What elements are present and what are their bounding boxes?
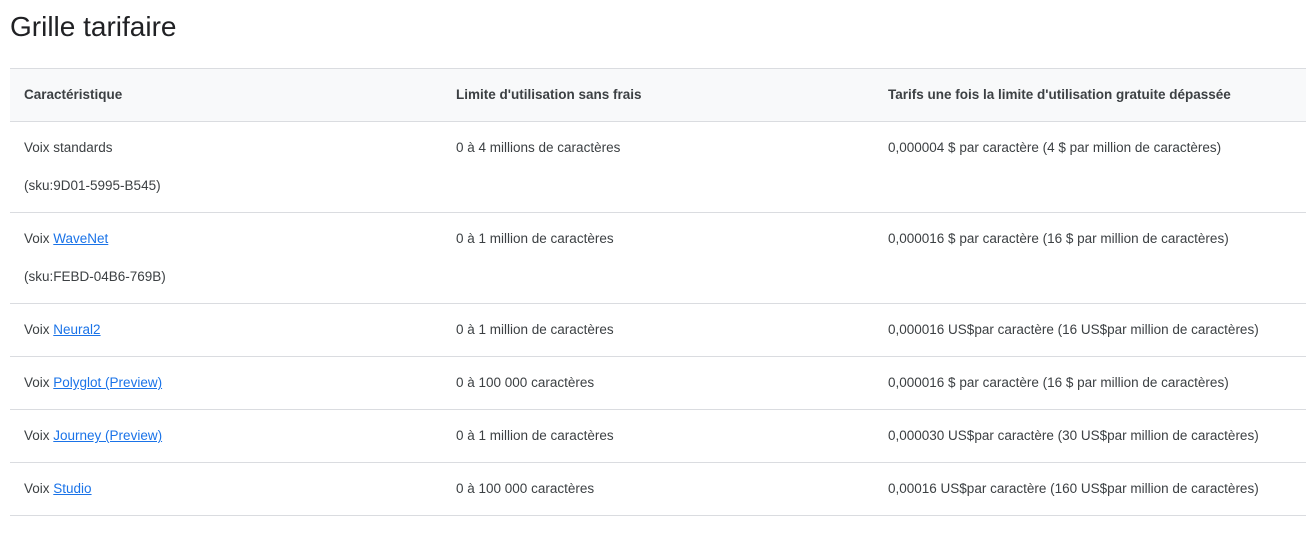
journey-link[interactable]: Journey (Preview)	[53, 428, 162, 443]
price-cell: 0,000016 $ par caractère (16 $ par milli…	[888, 231, 1229, 246]
feature-cell: Voix WaveNet (sku:FEBD-04B6-769B)	[10, 213, 442, 304]
feature-name: Voix Journey (Preview)	[24, 424, 428, 448]
price-cell: 0,00016 US$par caractère (160 US$par mil…	[888, 481, 1259, 496]
neural2-link[interactable]: Neural2	[53, 322, 100, 337]
column-header-price: Tarifs une fois la limite d'utilisation …	[888, 87, 1231, 102]
feature-sku: (sku:9D01-5995-B545)	[24, 178, 161, 193]
feature-cell: Voix Polyglot (Preview)	[10, 357, 442, 410]
column-header-feature: Caractéristique	[24, 87, 123, 102]
feature-prefix: Voix	[24, 428, 54, 443]
table-row: Voix WaveNet (sku:FEBD-04B6-769B) 0 à 1 …	[10, 213, 1306, 304]
feature-name: Voix Polyglot (Preview)	[24, 371, 428, 395]
table-header-row: Caractéristique Limite d'utilisation san…	[10, 68, 1306, 122]
feature-prefix: Voix	[24, 322, 54, 337]
table-header: Caractéristique Limite d'utilisation san…	[10, 68, 1306, 122]
polyglot-link[interactable]: Polyglot (Preview)	[53, 375, 162, 390]
feature-cell: Voix Studio	[10, 463, 442, 516]
feature-name: Voix standards	[24, 136, 428, 160]
table-row: Voix Studio 0 à 100 000 caractères 0,000…	[10, 463, 1306, 516]
table-row: Voix Neural2 0 à 1 million de caractères…	[10, 304, 1306, 357]
price-cell: 0,000016 US$par caractère (16 US$par mil…	[888, 322, 1259, 337]
table-row: Voix Polyglot (Preview) 0 à 100 000 cara…	[10, 357, 1306, 410]
feature-prefix: Voix	[24, 375, 54, 390]
feature-sku: (sku:FEBD-04B6-769B)	[24, 269, 166, 284]
page-title: Grille tarifaire	[10, 11, 177, 42]
free-limit-cell: 0 à 1 million de caractères	[456, 322, 614, 337]
price-cell: 0,000016 $ par caractère (16 $ par milli…	[888, 375, 1229, 390]
table-row: Voix standards (sku:9D01-5995-B545) 0 à …	[10, 122, 1306, 213]
feature-name: Voix Neural2	[24, 318, 428, 342]
feature-cell: Voix Neural2	[10, 304, 442, 357]
feature-name: Voix WaveNet	[24, 227, 428, 251]
free-limit-cell: 0 à 1 million de caractères	[456, 428, 614, 443]
free-limit-cell: 0 à 100 000 caractères	[456, 481, 595, 496]
price-cell: 0,000004 $ par caractère (4 $ par millio…	[888, 140, 1222, 155]
free-limit-cell: 0 à 4 millions de caractères	[456, 140, 621, 155]
price-cell: 0,000030 US$par caractère (30 US$par mil…	[888, 428, 1259, 443]
wavenet-link[interactable]: WaveNet	[53, 231, 108, 246]
pricing-table: Caractéristique Limite d'utilisation san…	[10, 68, 1306, 516]
feature-prefix: Voix	[24, 231, 54, 246]
free-limit-cell: 0 à 1 million de caractères	[456, 231, 614, 246]
feature-cell: Voix standards (sku:9D01-5995-B545)	[10, 122, 442, 213]
studio-link[interactable]: Studio	[53, 481, 91, 496]
table-body: Voix standards (sku:9D01-5995-B545) 0 à …	[10, 122, 1306, 516]
feature-prefix: Voix standards	[24, 140, 113, 155]
feature-cell: Voix Journey (Preview)	[10, 410, 442, 463]
free-limit-cell: 0 à 100 000 caractères	[456, 375, 595, 390]
feature-name: Voix Studio	[24, 477, 428, 501]
column-header-free-limit: Limite d'utilisation sans frais	[456, 87, 642, 102]
table-row: Voix Journey (Preview) 0 à 1 million de …	[10, 410, 1306, 463]
feature-prefix: Voix	[24, 481, 54, 496]
